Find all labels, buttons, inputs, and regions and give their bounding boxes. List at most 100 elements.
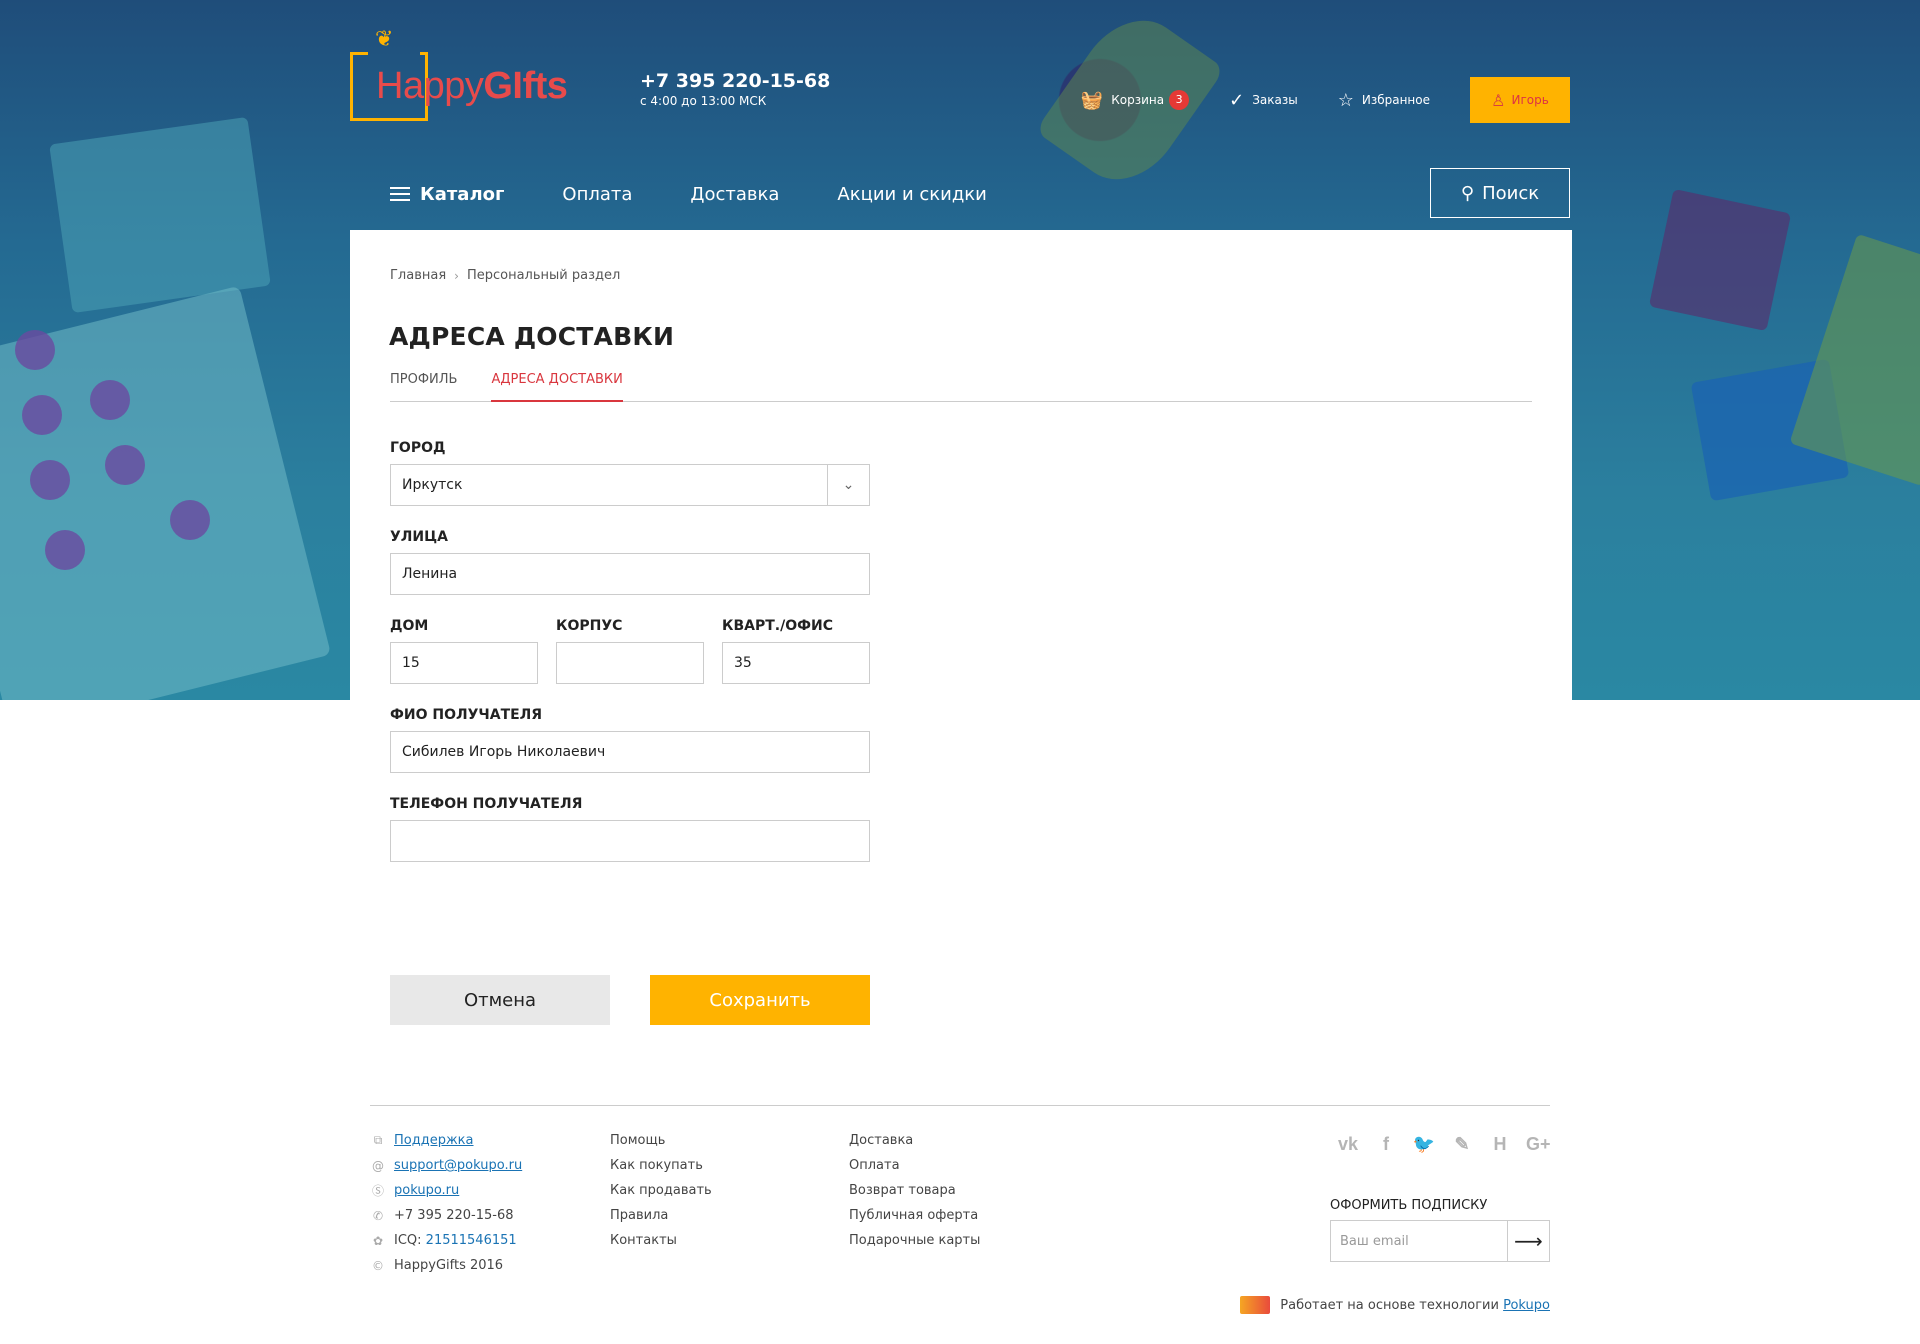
footer-link[interactable]: Доставка (849, 1128, 980, 1153)
subscribe-block: ОФОРМИТЬ ПОДПИСКУ Ваш email ⟶ (1330, 1198, 1550, 1262)
cart-count-badge: 3 (1169, 90, 1190, 110)
pokupo-link[interactable]: Pokupo (1503, 1298, 1550, 1313)
recipient-group: ФИО ПОЛУЧАТЕЛЯ Сибилев Игорь Николаевич (390, 707, 870, 773)
city-select[interactable]: Иркутск ⌄ (390, 464, 870, 506)
twitter-icon[interactable]: 🐦 (1412, 1132, 1436, 1156)
street-group: УЛИЦА Ленина (390, 529, 870, 595)
recipient-input[interactable]: Сибилев Игорь Николаевич (390, 731, 870, 773)
decor-dot (22, 395, 62, 435)
favorites-link[interactable]: ☆ Избранное (1338, 90, 1430, 111)
support-link[interactable]: Поддержка (394, 1133, 474, 1148)
footer-link[interactable]: Как покупать (610, 1153, 712, 1178)
powered-by: Работает на основе технологии Pokupo (1240, 1296, 1550, 1314)
footer-phone-number: +7 395 220-15-68 (394, 1208, 514, 1223)
user-icon: ♙ (1491, 90, 1506, 110)
search-label: Поиск (1482, 182, 1540, 204)
subscribe-label: ОФОРМИТЬ ПОДПИСКУ (1330, 1198, 1488, 1213)
decor-dot (30, 460, 70, 500)
building-label: КОРПУС (556, 618, 623, 634)
city-value: Иркутск (402, 477, 463, 493)
header-phone[interactable]: +7 395 220-15-68 (640, 70, 830, 92)
building-input[interactable] (556, 642, 704, 684)
basket-icon: 🧺 (1080, 89, 1104, 111)
nav-delivery[interactable]: Доставка (690, 184, 779, 205)
decor-dot (170, 500, 210, 540)
footer-link[interactable]: Публичная оферта (849, 1203, 980, 1228)
copyright-icon: © (372, 1258, 384, 1273)
icq-number[interactable]: 21511546151 (426, 1233, 517, 1248)
tabs: ПРОФИЛЬ АДРЕСА ДОСТАВКИ (390, 370, 1532, 402)
footer-contacts: ⧉ Поддержка @ support@pokupo.ru Ⓢpokupo.ru… (370, 1128, 522, 1278)
vk-icon[interactable]: vk (1336, 1132, 1360, 1156)
facebook-icon[interactable]: f (1374, 1132, 1398, 1156)
street-label: УЛИЦА (390, 529, 448, 545)
building-group: КОРПУС (556, 618, 704, 684)
street-input[interactable]: Ленина (390, 553, 870, 595)
decor-gift-box (49, 116, 271, 314)
nav-catalog-label: Каталог (420, 183, 505, 205)
at-icon: @ (372, 1158, 384, 1173)
cancel-button[interactable]: Отмена (390, 975, 610, 1025)
footer-link[interactable]: Возврат товара (849, 1178, 980, 1203)
flat-input[interactable]: 35 (722, 642, 870, 684)
favorites-label: Избранное (1361, 93, 1430, 107)
bow-icon: ❦ (375, 27, 394, 52)
address-form: ГОРОД Иркутск ⌄ УЛИЦА Ленина ДОМ 15 КОРП… (390, 440, 870, 885)
decor-dot (105, 445, 145, 485)
footer-icq: ✿ ICQ: 21511546151 (370, 1228, 522, 1253)
email-link[interactable]: support@pokupo.ru (394, 1158, 522, 1173)
decor-gift-box (1789, 233, 1920, 487)
recipient-phone-label: ТЕЛЕФОН ПОЛУЧАТЕЛЯ (390, 796, 583, 812)
chevron-down-icon[interactable]: ⌄ (827, 465, 869, 505)
feather-icon[interactable]: ✎ (1450, 1132, 1474, 1156)
skype-link[interactable]: pokupo.ru (394, 1183, 459, 1198)
subscribe-placeholder: Ваш email (1340, 1233, 1409, 1249)
search-button[interactable]: ⚲ Поиск (1430, 168, 1570, 218)
googleplus-icon[interactable]: G+ (1526, 1132, 1551, 1156)
breadcrumb-home[interactable]: Главная (390, 268, 446, 283)
checkmark-icon: ✓ (1229, 89, 1245, 111)
footer-link[interactable]: Подарочные карты (849, 1228, 980, 1253)
logo[interactable]: ❦ HappyGIfts (350, 25, 570, 125)
address-details-row: ДОМ 15 КОРПУС КВАРТ./ОФИС 35 (390, 618, 870, 684)
footer-link[interactable]: Правила (610, 1203, 712, 1228)
footer-phone: ✆ +7 395 220-15-68 (370, 1203, 522, 1228)
footer-link[interactable]: Оплата (849, 1153, 980, 1178)
powered-text: Работает на основе технологии (1280, 1297, 1499, 1313)
recipient-phone-input[interactable] (390, 820, 870, 862)
user-account-button[interactable]: ♙ Игорь (1470, 77, 1570, 123)
working-hours: с 4:00 до 13:00 МСК (640, 94, 767, 108)
tab-delivery-addresses[interactable]: АДРЕСА ДОСТАВКИ (491, 370, 623, 402)
tab-profile[interactable]: ПРОФИЛЬ (390, 370, 457, 402)
social-links: vk f 🐦 ✎ H G+ (1322, 1132, 1551, 1156)
footer-link[interactable]: Помощь (610, 1128, 712, 1153)
logo-text-part2: GIfts (483, 65, 568, 107)
save-button[interactable]: Сохранить (650, 975, 870, 1025)
footer-link[interactable]: Как продавать (610, 1178, 712, 1203)
recipient-phone-group: ТЕЛЕФОН ПОЛУЧАТЕЛЯ (390, 796, 870, 862)
content-card: Главная › Персональный раздел АДРЕСА ДОС… (350, 230, 1572, 1060)
nav-promotions[interactable]: Акции и скидки (837, 184, 986, 205)
footer-info-links: Доставка Оплата Возврат товара Публичная… (849, 1128, 980, 1253)
nav-catalog[interactable]: Каталог (390, 184, 504, 205)
footer-skype: Ⓢpokupo.ru (370, 1178, 522, 1203)
h-icon[interactable]: H (1488, 1132, 1512, 1156)
decor-gift-box (1648, 188, 1792, 332)
footer-email: @ support@pokupo.ru (370, 1153, 522, 1178)
footer-link[interactable]: Контакты (610, 1228, 712, 1253)
skype-icon: Ⓢ (371, 1184, 384, 1198)
house-group: ДОМ 15 (390, 618, 538, 684)
cart-link[interactable]: 🧺 Корзина 3 (1080, 89, 1190, 111)
city-label: ГОРОД (390, 440, 446, 456)
phone-icon: ✆ (372, 1208, 384, 1223)
house-input[interactable]: 15 (390, 642, 538, 684)
nav-payment[interactable]: Оплата (562, 184, 632, 205)
orders-link[interactable]: ✓ Заказы (1229, 90, 1298, 111)
arrow-right-icon[interactable]: ⟶ (1507, 1221, 1549, 1261)
footer-support: ⧉ Поддержка (370, 1128, 522, 1153)
house-label: ДОМ (390, 618, 429, 634)
subscribe-email-input[interactable]: Ваш email ⟶ (1330, 1220, 1550, 1262)
orders-label: Заказы (1252, 93, 1298, 107)
icq-label: ICQ: (394, 1233, 422, 1248)
top-links: 🧺 Корзина 3 ✓ Заказы ☆ Избранное ♙ Игорь (1081, 77, 1570, 123)
